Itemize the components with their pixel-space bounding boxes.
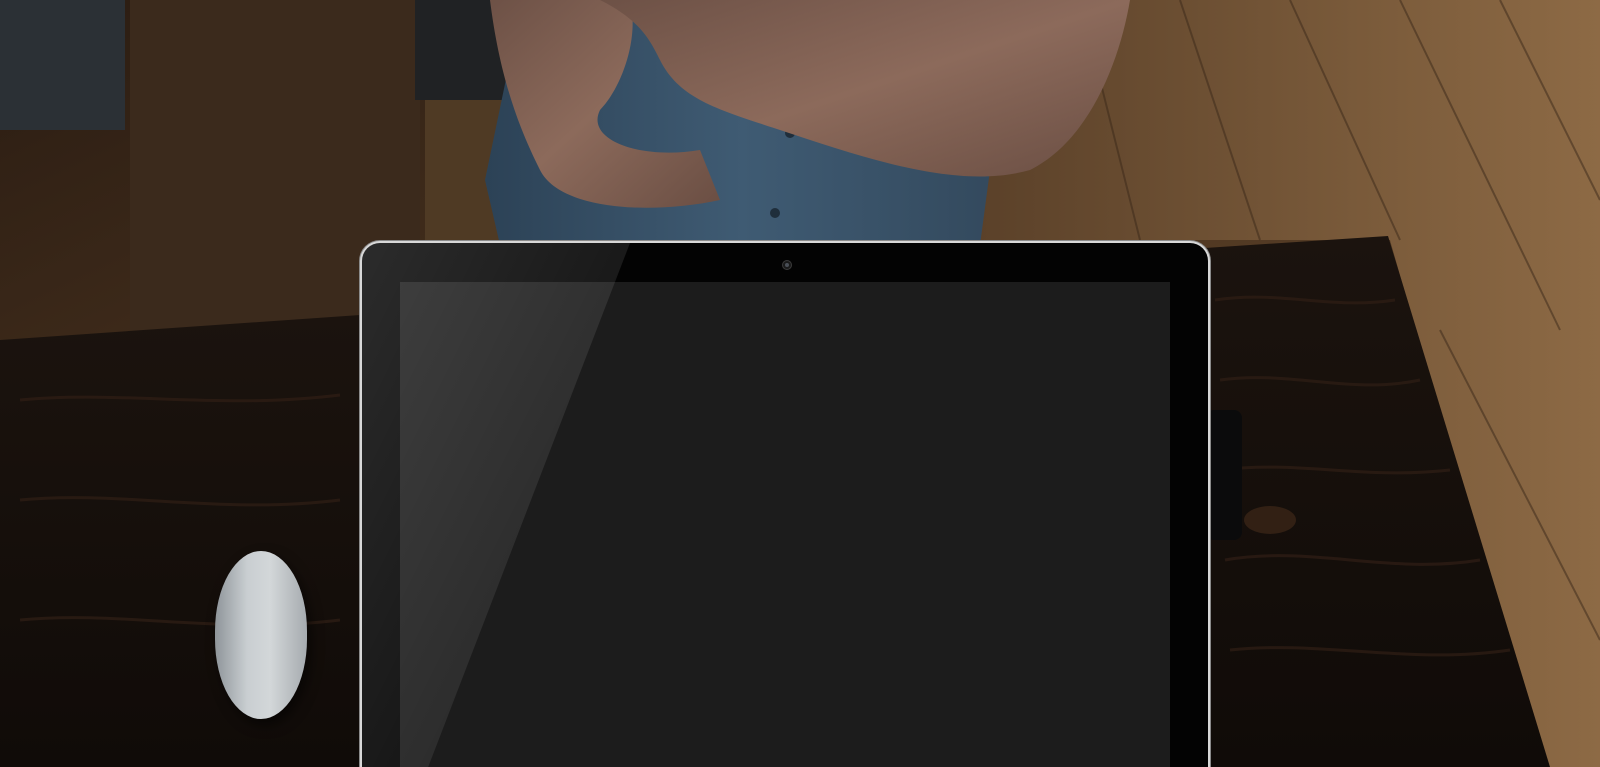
- computer-mouse: [215, 551, 307, 719]
- camera-icon: [783, 261, 791, 269]
- monitor: [362, 243, 1208, 767]
- screen-glare: [362, 243, 630, 767]
- photo-scene: [0, 0, 1600, 767]
